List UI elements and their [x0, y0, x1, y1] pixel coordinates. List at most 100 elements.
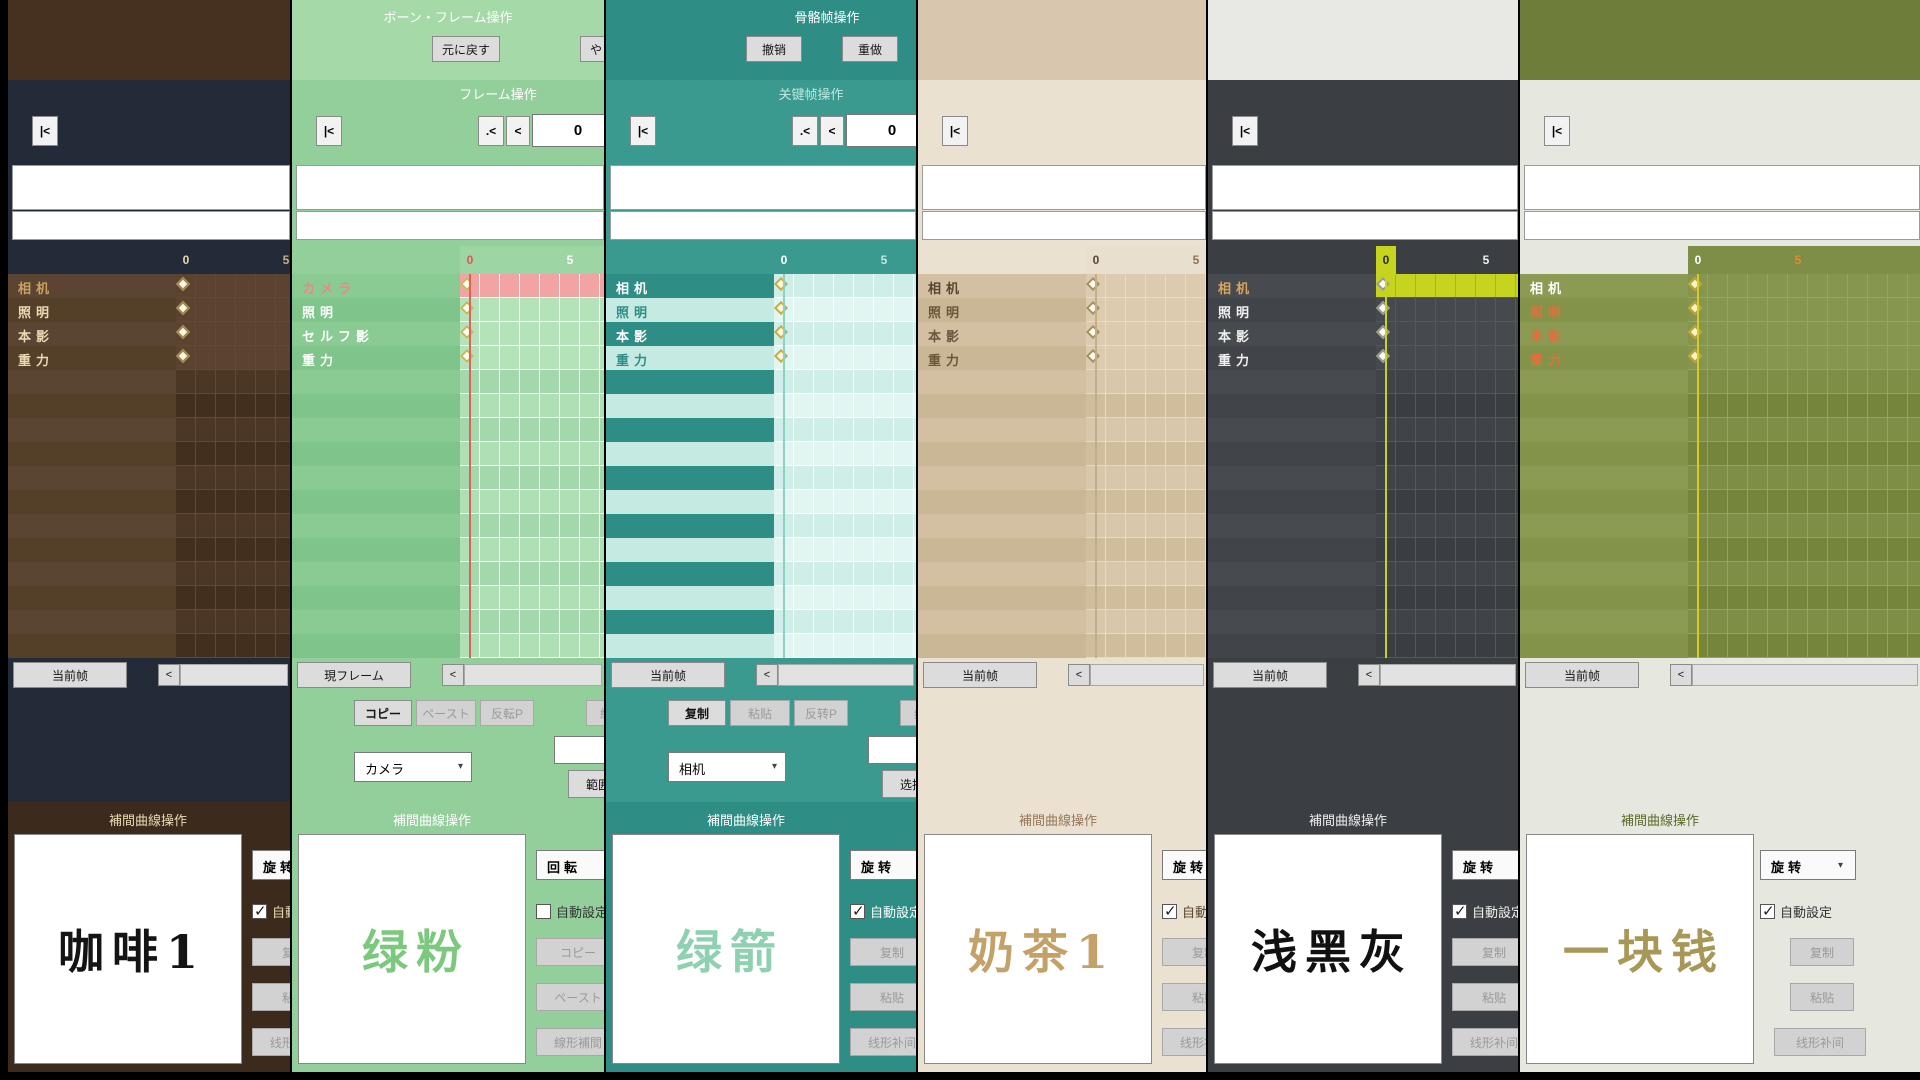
bone-select[interactable]: カメラ ▾	[354, 752, 472, 782]
keyframe-cells[interactable]	[1688, 346, 1920, 370]
timeline-row[interactable]	[606, 634, 916, 658]
keyframe-diamond-icon[interactable]	[1376, 301, 1390, 315]
keyframe-cells[interactable]	[1376, 274, 1518, 298]
keyframe-cells[interactable]	[176, 562, 290, 586]
timeline-row[interactable]	[1208, 418, 1518, 442]
interp-paste-button[interactable]: ペースト	[536, 983, 604, 1011]
timeline-row[interactable]: 相机	[8, 274, 290, 298]
prev-frame-button[interactable]: <	[820, 116, 844, 146]
keyframe-cells[interactable]	[460, 274, 604, 298]
timeline-row[interactable]	[8, 490, 290, 514]
timeline-row[interactable]	[918, 418, 1206, 442]
bone-select[interactable]: 相机 ▾	[668, 752, 786, 782]
keyframe-cells[interactable]	[1688, 562, 1920, 586]
keyframe-cells[interactable]	[1376, 418, 1518, 442]
timeline-row[interactable]	[606, 442, 916, 466]
scroll-left-button[interactable]: <	[1358, 664, 1380, 686]
timeline-row[interactable]	[606, 538, 916, 562]
timeline-row[interactable]: 相机	[918, 274, 1206, 298]
timeline-row[interactable]	[292, 634, 604, 658]
keyframe-diamond-icon[interactable]	[1086, 349, 1100, 363]
timeline-row[interactable]	[1520, 394, 1920, 418]
timeline-row[interactable]	[1208, 394, 1518, 418]
keyframe-cells[interactable]	[1376, 346, 1518, 370]
keyframe-diamond-icon[interactable]	[176, 301, 190, 315]
keyframe-cells[interactable]	[1688, 634, 1920, 658]
timeline-row[interactable]	[918, 538, 1206, 562]
current-frame-button[interactable]: 現フレーム	[297, 662, 411, 688]
timeline-row[interactable]	[1208, 466, 1518, 490]
keyframe-cells[interactable]	[774, 490, 916, 514]
keyframe-cells[interactable]	[1376, 610, 1518, 634]
redo-button[interactable]: 重做	[842, 36, 898, 62]
interp-copy-button[interactable]: 复制	[1452, 938, 1518, 966]
keyframe-timeline[interactable]: 0 5 カメラ照明セルフ影重力	[292, 246, 604, 658]
timeline-row[interactable]	[8, 610, 290, 634]
timeline-row[interactable]	[1208, 370, 1518, 394]
extra-button[interactable]: 絞	[586, 700, 604, 726]
timeline-row[interactable]	[606, 586, 916, 610]
keyframe-cells[interactable]	[1376, 634, 1518, 658]
keyframe-cells[interactable]	[460, 370, 604, 394]
extra-button[interactable]: 缩	[900, 700, 916, 726]
scroll-left-button[interactable]: <	[442, 664, 464, 686]
keyframe-cells[interactable]	[460, 298, 604, 322]
keyframe-cells[interactable]	[774, 634, 916, 658]
timeline-row[interactable]	[918, 490, 1206, 514]
timeline-row[interactable]	[292, 466, 604, 490]
interp-copy-button[interactable]: 复制	[1162, 938, 1206, 966]
timeline-row[interactable]	[1520, 442, 1920, 466]
keyframe-cells[interactable]	[774, 370, 916, 394]
keyframe-cells[interactable]	[176, 322, 290, 346]
prev-key-button[interactable]: .<	[478, 116, 504, 146]
timeline-row[interactable]	[8, 634, 290, 658]
frame-info-field[interactable]	[12, 211, 290, 240]
keyframe-cells[interactable]	[176, 634, 290, 658]
keyframe-cells[interactable]	[774, 394, 916, 418]
timeline-row[interactable]	[918, 442, 1206, 466]
timeline-row[interactable]	[606, 418, 916, 442]
keyframe-cells[interactable]	[460, 610, 604, 634]
rotate-select[interactable]: 回転 ▾	[536, 850, 604, 880]
first-frame-button[interactable]: |<	[32, 116, 58, 146]
keyframe-cells[interactable]	[1688, 298, 1920, 322]
linear-interp-button[interactable]: 线形补间	[252, 1028, 290, 1056]
timeline-row[interactable]	[8, 538, 290, 562]
timeline-row[interactable]: 照明	[8, 298, 290, 322]
keyframe-diamond-icon[interactable]	[774, 277, 788, 291]
keyframe-cells[interactable]	[774, 586, 916, 610]
keyframe-cells[interactable]	[1688, 370, 1920, 394]
timeline-row[interactable]	[8, 586, 290, 610]
keyframe-cells[interactable]	[176, 490, 290, 514]
keyframe-cells[interactable]	[1688, 418, 1920, 442]
keyframe-cells[interactable]	[1086, 562, 1206, 586]
timeline-row[interactable]	[606, 370, 916, 394]
first-frame-button[interactable]: |<	[630, 116, 656, 146]
keyframe-cells[interactable]	[460, 322, 604, 346]
keyframe-cells[interactable]	[1086, 442, 1206, 466]
keyframe-cells[interactable]	[176, 274, 290, 298]
keyframe-cells[interactable]	[1086, 634, 1206, 658]
keyframe-cells[interactable]	[774, 298, 916, 322]
timeline-row[interactable]	[8, 394, 290, 418]
keyframe-diamond-icon[interactable]	[1086, 277, 1100, 291]
keyframe-diamond-icon[interactable]	[1376, 277, 1390, 291]
bone-name-field[interactable]	[296, 165, 604, 210]
keyframe-cells[interactable]	[774, 466, 916, 490]
keyframe-cells[interactable]	[1086, 298, 1206, 322]
timeline-row[interactable]: 照明	[292, 298, 604, 322]
timeline-row[interactable]	[606, 562, 916, 586]
keyframe-cells[interactable]	[774, 418, 916, 442]
keyframe-diamond-icon[interactable]	[1086, 325, 1100, 339]
timeline-row[interactable]	[918, 370, 1206, 394]
keyframe-cells[interactable]	[1086, 322, 1206, 346]
first-frame-button[interactable]: |<	[316, 116, 342, 146]
timeline-row[interactable]	[1520, 466, 1920, 490]
keyframe-diamond-icon[interactable]	[460, 349, 474, 363]
timeline-row[interactable]	[918, 586, 1206, 610]
keyframe-cells[interactable]	[1086, 514, 1206, 538]
timeline-row[interactable]: 照明	[1520, 298, 1920, 322]
timeline-row[interactable]	[8, 466, 290, 490]
timeline-row[interactable]: カメラ	[292, 274, 604, 298]
keyframe-cells[interactable]	[460, 634, 604, 658]
